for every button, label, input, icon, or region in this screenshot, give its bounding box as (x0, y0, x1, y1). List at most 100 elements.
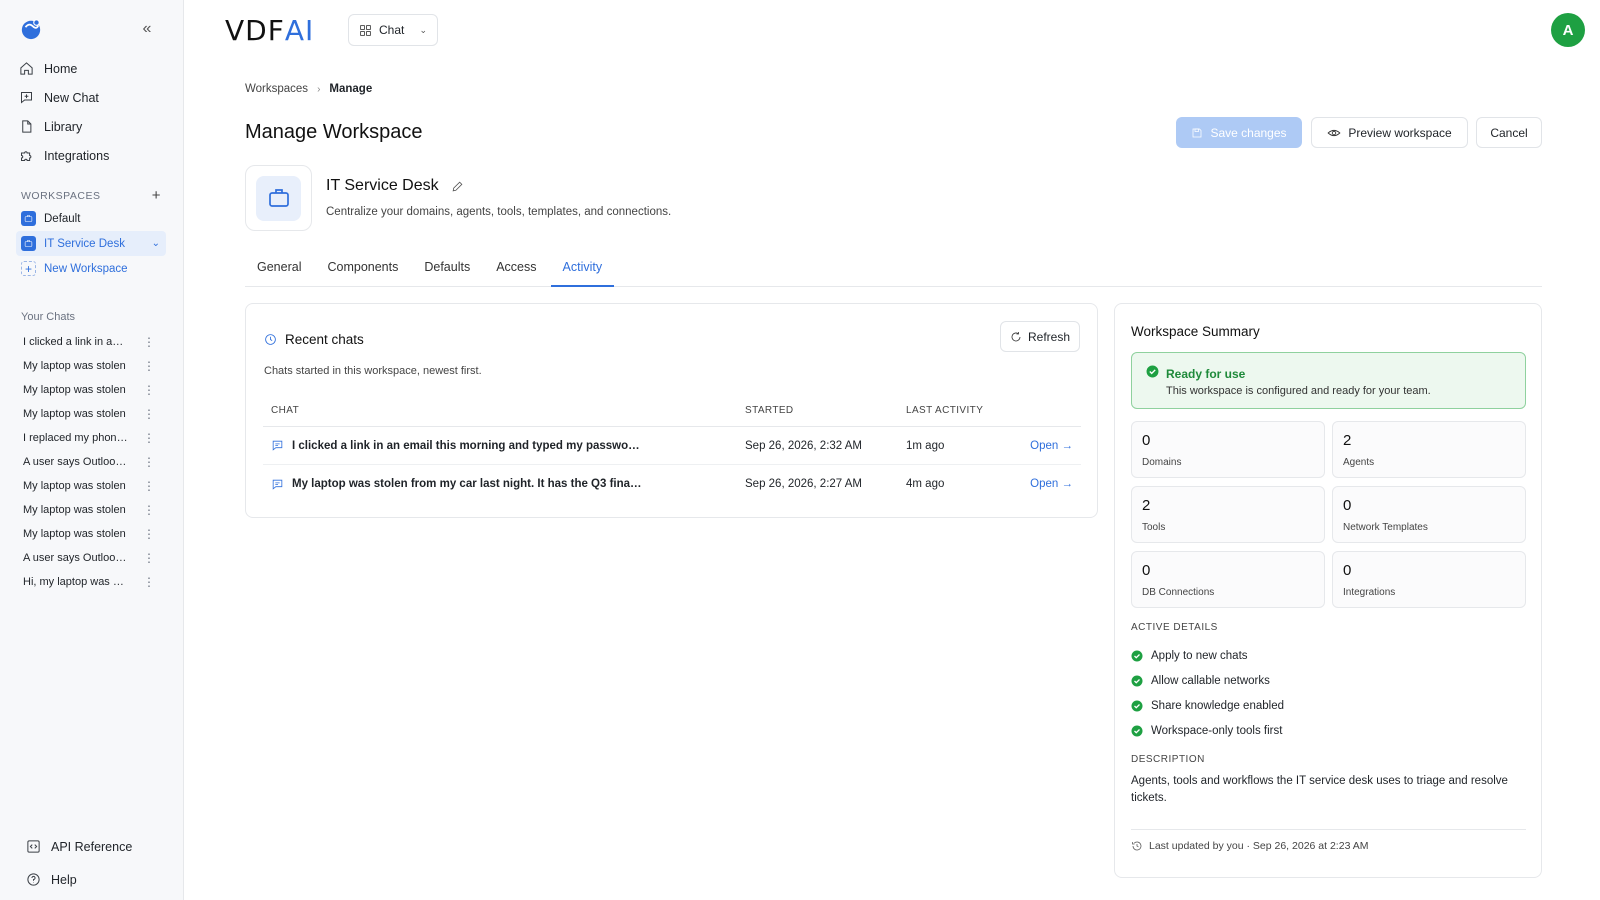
preview-workspace-button[interactable]: Preview workspace (1311, 117, 1468, 148)
more-vertical-icon[interactable]: ⋮ (143, 575, 155, 589)
stat-label: Integrations (1343, 587, 1396, 598)
collapse-sidebar-icon[interactable]: « (138, 20, 156, 38)
check-circle-icon (1131, 725, 1143, 736)
mode-select-label: Chat (379, 23, 405, 37)
chat-history-item[interactable]: My laptop was stolen ⋮ (23, 402, 155, 426)
chevron-down-icon[interactable]: ⌄ (152, 238, 160, 249)
chat-history-list: I clicked a link in an email this mornin… (23, 330, 155, 594)
nav-item-library[interactable]: Library (0, 112, 184, 141)
brand-logo[interactable]: VDF AI (225, 13, 314, 47)
nav-item-label: Library (44, 119, 83, 134)
new-workspace-button[interactable]: + New Workspace (16, 256, 166, 281)
workspace-description: Centralize your domains, agents, tools, … (326, 206, 672, 218)
more-vertical-icon[interactable]: ⋮ (143, 455, 155, 469)
user-avatar[interactable]: A (1551, 13, 1585, 47)
ready-title: Ready for use (1166, 367, 1246, 381)
save-changes-label: Save changes (1210, 125, 1287, 140)
workspace-summary-card: Workspace Summary Ready for use This wor… (1114, 303, 1542, 878)
more-vertical-icon[interactable]: ⋮ (143, 383, 155, 397)
help-icon (27, 873, 40, 886)
chat-history-item[interactable]: My laptop was stolen ⋮ (23, 498, 155, 522)
active-details-list: Apply to new chats Allow callable networ… (1131, 643, 1284, 743)
grid-icon (360, 24, 371, 36)
more-vertical-icon[interactable]: ⋮ (143, 431, 155, 445)
chat-history-item[interactable]: My laptop was stolen ⋮ (23, 522, 155, 546)
workspace-name: IT Service Desk (326, 177, 464, 195)
nav-item-label: Home (44, 61, 78, 76)
detail-item: Share knowledge enabled (1131, 693, 1284, 718)
nav-item-integrations[interactable]: Integrations (0, 141, 184, 170)
detail-item: Apply to new chats (1131, 643, 1284, 668)
more-vertical-icon[interactable]: ⋮ (143, 527, 155, 541)
more-vertical-icon[interactable]: ⋮ (143, 551, 155, 565)
workspace-icon-tile[interactable] (245, 165, 312, 231)
more-vertical-icon[interactable]: ⋮ (143, 479, 155, 493)
stat-tools: 2 Tools (1131, 486, 1325, 543)
chat-history-item[interactable]: My laptop was stolen ⋮ (23, 474, 155, 498)
new-workspace-label: New Workspace (44, 262, 128, 275)
chat-title: My laptop was stolen from my car last ni… (292, 478, 642, 490)
tab-defaults[interactable]: Defaults (412, 254, 482, 287)
app-logo-icon[interactable] (20, 18, 42, 40)
chat-history-item[interactable]: I replaced my phone and ⋮ (23, 426, 155, 450)
tab-general[interactable]: General (245, 254, 313, 287)
workspace-item-default[interactable]: Default (16, 206, 166, 231)
stat-value: 2 (1142, 497, 1151, 514)
chat-history-item[interactable]: Hi, my laptop was stolen ⋮ (23, 570, 155, 594)
more-vertical-icon[interactable]: ⋮ (143, 359, 155, 373)
more-vertical-icon[interactable]: ⋮ (143, 407, 155, 421)
mode-select[interactable]: Chat ⌄ (348, 14, 438, 46)
workspace-item-it-service-desk[interactable]: IT Service Desk ⌄ (16, 231, 166, 256)
more-vertical-icon[interactable]: ⋮ (143, 335, 155, 349)
pencil-icon[interactable] (451, 180, 464, 193)
chat-history-item[interactable]: My laptop was stolen ⋮ (23, 354, 155, 378)
tab-components[interactable]: Components (315, 254, 410, 287)
open-chat-link[interactable]: Open → (1026, 440, 1081, 452)
refresh-button[interactable]: Refresh (1000, 321, 1080, 352)
detail-label: Allow callable networks (1151, 674, 1270, 687)
brand-main: VDF (225, 13, 285, 47)
open-chat-link[interactable]: Open → (1026, 478, 1081, 490)
chat-history-item[interactable]: My laptop was stolen ⋮ (23, 378, 155, 402)
chat-history-item[interactable]: A user says Outlook keeps ⋮ (23, 450, 155, 474)
chat-history-item[interactable]: A user says Outlook keeps ⋮ (23, 546, 155, 570)
nav-item-home[interactable]: Home (0, 54, 184, 83)
chat-history-title: My laptop was stolen (23, 504, 126, 516)
tab-access[interactable]: Access (484, 254, 548, 287)
stat-integrations: 0 Integrations (1332, 551, 1526, 608)
refresh-label: Refresh (1027, 329, 1071, 344)
nav-item-help[interactable]: Help (26, 863, 132, 896)
chat-history-title: Hi, my laptop was stolen (23, 576, 129, 588)
nav-item-new-chat[interactable]: New Chat (0, 83, 184, 112)
check-circle-icon (1146, 365, 1159, 378)
chat-history-title: My laptop was stolen (23, 360, 126, 372)
workspace-list: Default IT Service Desk ⌄ + New Workspac… (16, 206, 166, 281)
arrow-right-icon: → (1058, 478, 1073, 490)
column-header-started: STARTED (745, 405, 794, 416)
table-row[interactable]: I clicked a link in an email this mornin… (263, 427, 1081, 465)
stat-label: DB Connections (1142, 587, 1215, 598)
description-title: DESCRIPTION (1131, 754, 1205, 765)
started-cell: Sep 26, 2026, 2:27 AM (745, 478, 863, 490)
code-icon (27, 840, 40, 853)
cancel-button[interactable]: Cancel (1476, 117, 1542, 148)
save-icon (1193, 128, 1202, 137)
breadcrumb-workspaces[interactable]: Workspaces (245, 83, 308, 95)
your-chats-title: Your Chats (21, 311, 76, 323)
brand-ai: AI (284, 13, 315, 47)
ready-subtitle: This workspace is configured and ready f… (1166, 385, 1431, 397)
add-workspace-icon[interactable]: + (152, 187, 161, 204)
chat-history-title: I clicked a link in an email this mornin… (23, 336, 129, 348)
nav-item-api-reference[interactable]: API Reference (26, 830, 132, 863)
chat-history-item[interactable]: I clicked a link in an email this mornin… (23, 330, 155, 354)
stat-db-connections: 0 DB Connections (1131, 551, 1325, 608)
more-vertical-icon[interactable]: ⋮ (143, 503, 155, 517)
refresh-icon (1011, 331, 1021, 341)
open-link-label: Open (1030, 439, 1059, 452)
table-row[interactable]: My laptop was stolen from my car last ni… (263, 465, 1081, 503)
summary-stats: 0 Domains 2 Agents 2 Tools 0 Network Templat… (1131, 421, 1526, 608)
tab-activity[interactable]: Activity (550, 254, 615, 287)
save-changes-button[interactable]: Save changes (1176, 117, 1302, 148)
stat-label: Network Templates (1343, 522, 1428, 533)
message-icon (272, 479, 283, 490)
